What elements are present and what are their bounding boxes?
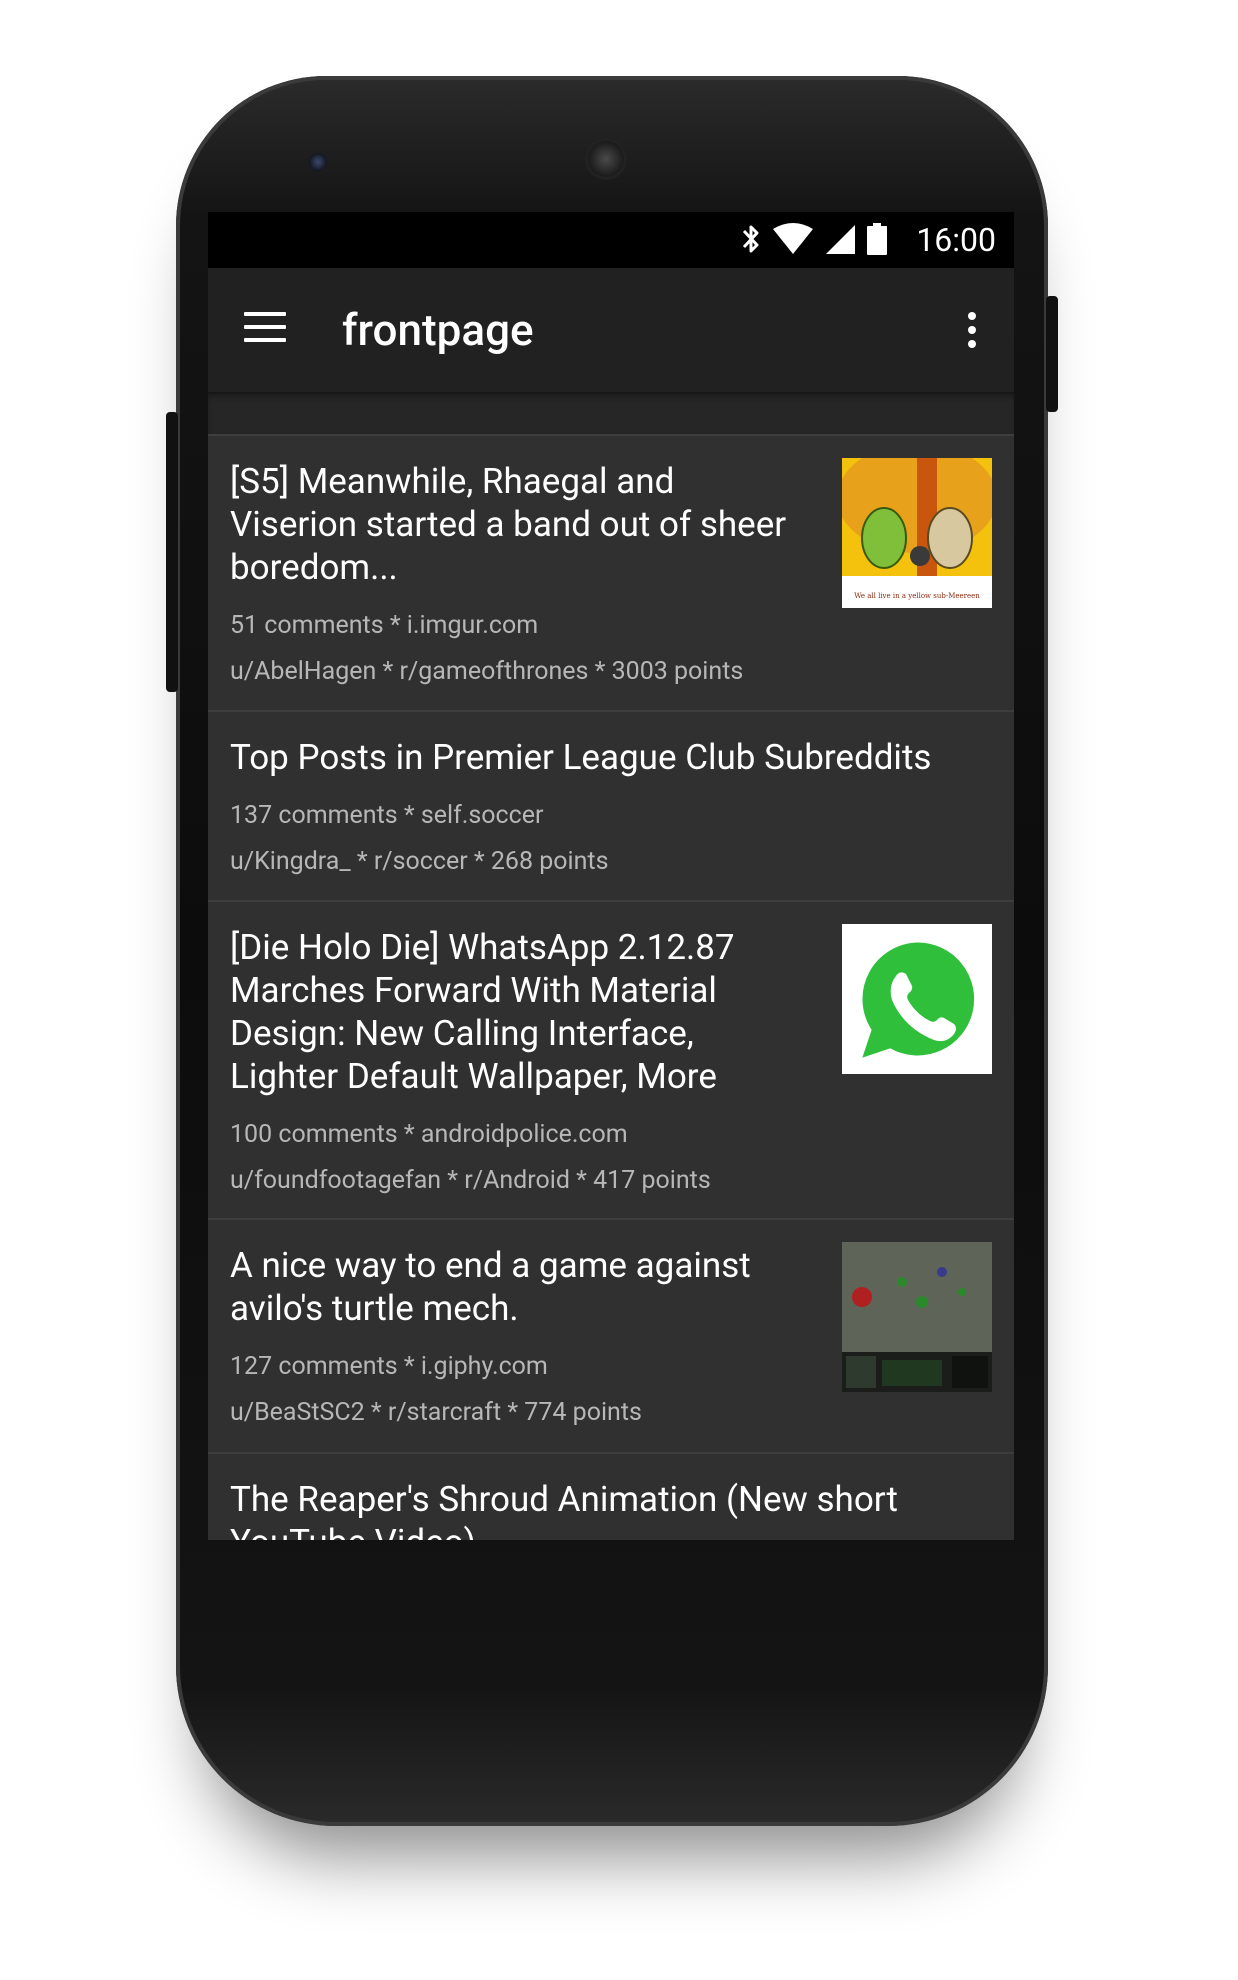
post-comments-domain[interactable]: 137 comments * self.soccer (230, 801, 992, 831)
hamburger-menu-icon[interactable] (244, 312, 286, 346)
wifi-icon (773, 223, 813, 254)
post-item[interactable]: The Reaper's Shroud Animation (New short… (208, 1452, 1014, 1540)
status-bar: 16:00 (208, 212, 1014, 268)
post-author-subreddit-points: u/foundfootagefan * r/Android * 417 poin… (230, 1166, 711, 1195)
starcraft-game-image (842, 1242, 992, 1392)
post-title[interactable]: [Die Holo Die] WhatsApp 2.12.87 Marches … (230, 926, 810, 1098)
post-item[interactable]: Top Posts in Premier League Club Subredd… (208, 710, 1014, 900)
page-title: frontpage (342, 304, 534, 356)
app-bar: frontpage (208, 268, 1014, 392)
phone-screen: 16:00 frontpage [S5] Meanwhile, Rhaegal … (208, 212, 1014, 1540)
status-time: 16:00 (916, 221, 996, 259)
post-title[interactable]: [S5] Meanwhile, Rhaegal and Viserion sta… (230, 460, 810, 589)
post-item[interactable]: [Die Holo Die] WhatsApp 2.12.87 Marches … (208, 900, 1014, 1218)
dragon-band-image: We all live in a yellow sub-Meereen (842, 458, 992, 608)
post-comments-domain[interactable]: 51 comments * i.imgur.com (230, 611, 992, 641)
post-title[interactable]: The Reaper's Shroud Animation (New short… (230, 1478, 992, 1540)
earpiece-speaker (585, 138, 627, 180)
bluetooth-icon (742, 225, 759, 253)
post-comments-domain[interactable]: 100 comments * androidpolice.com (230, 1120, 992, 1150)
battery-icon (867, 223, 887, 255)
volume-button (166, 412, 178, 692)
post-title[interactable]: Top Posts in Premier League Club Subredd… (230, 736, 992, 779)
post-author-subreddit-points: u/AbelHagen * r/gameofthrones * 3003 poi… (230, 657, 744, 686)
status-icons (740, 222, 888, 256)
post-author-subreddit-points: u/Kingdra_ * r/soccer * 268 points (230, 847, 609, 876)
post-item[interactable]: [S5] Meanwhile, Rhaegal and Viserion sta… (208, 434, 1014, 710)
front-camera (309, 153, 327, 171)
post-list[interactable]: [S5] Meanwhile, Rhaegal and Viserion sta… (208, 434, 1014, 1540)
post-thumbnail[interactable] (842, 1242, 992, 1392)
power-button (1046, 296, 1058, 412)
post-item[interactable]: A nice way to end a game against avilo's… (208, 1218, 1014, 1452)
post-title[interactable]: A nice way to end a game against avilo's… (230, 1244, 810, 1330)
post-author-subreddit-points: u/BeaStSC2 * r/starcraft * 774 points (230, 1398, 642, 1427)
post-thumbnail[interactable]: We all live in a yellow sub-Meereen (842, 458, 992, 608)
post-thumbnail[interactable] (842, 924, 992, 1074)
whatsapp-logo-icon (857, 939, 978, 1063)
thumbnail-caption: We all live in a yellow sub-Meereen (854, 592, 980, 600)
list-header-spacer (208, 392, 1014, 434)
more-vertical-icon[interactable] (966, 312, 978, 352)
signal-icon (826, 225, 855, 254)
